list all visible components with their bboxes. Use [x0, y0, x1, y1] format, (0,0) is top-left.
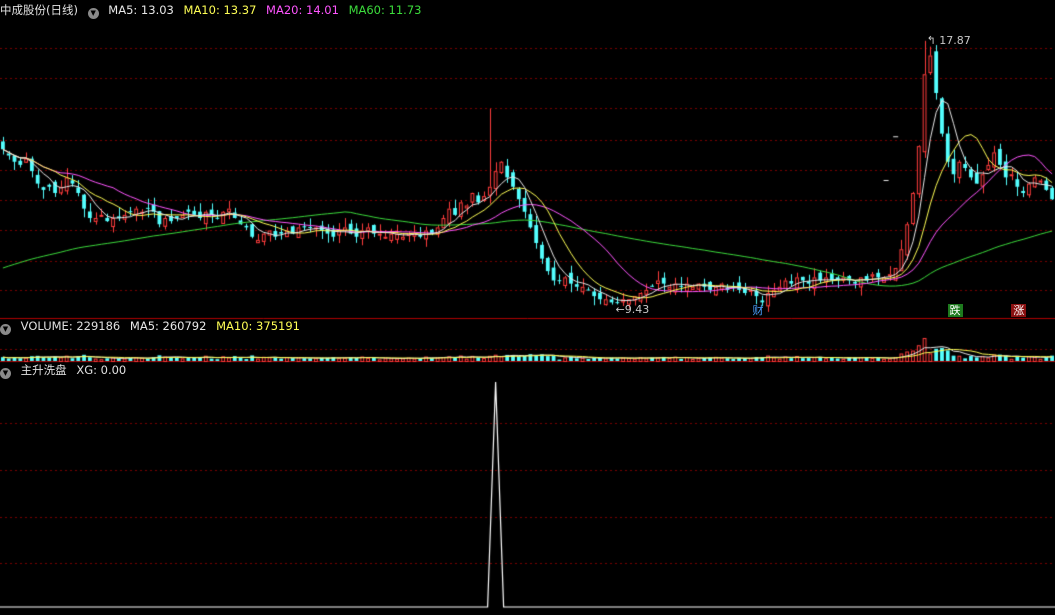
kline-chart-canvas[interactable] — [0, 0, 1055, 615]
price-panel-header: 中成股份(日线) ▼ MA5: 13.03 MA10: 13.37 MA20: … — [0, 2, 427, 19]
volume-toggle-icon[interactable]: ▼ — [0, 324, 11, 335]
volume-panel-header: ▼ VOLUME: 229186 MA5: 260792 MA10: 37519… — [0, 318, 306, 335]
ma10-label: MA10: 13.37 — [183, 3, 257, 17]
volume-ma5-label: MA5: 260792 — [129, 319, 207, 333]
low-arrow-icon: ← — [615, 302, 625, 316]
indicator-toggle-icon[interactable]: ▼ — [0, 368, 11, 379]
low-price-annotation: ←9.43 — [615, 302, 650, 316]
ma60-label: MA60: 11.73 — [348, 3, 422, 17]
high-price-annotation: ↰ 17.87 — [926, 33, 971, 47]
stock-name[interactable]: 中成股份(日线) — [0, 3, 78, 17]
event-tag-up[interactable]: 涨 — [1011, 304, 1027, 317]
indicator-panel-header: ▼ 主升洗盘 XG: 0.00 — [0, 362, 132, 379]
ma20-label: MA20: 14.01 — [266, 3, 339, 17]
xg-label: XG: 0.00 — [76, 363, 127, 377]
indicator-title[interactable]: 主升洗盘 — [21, 363, 67, 377]
high-arrow-icon: ↰ — [926, 33, 936, 47]
event-tag-down[interactable]: 跌 — [947, 304, 963, 317]
settings-toggle-icon[interactable]: ▼ — [87, 8, 99, 19]
event-tag-finance[interactable]: 财 — [750, 304, 765, 317]
volume-label: VOLUME: 229186 — [20, 319, 121, 333]
ma5-label: MA5: 13.03 — [108, 3, 174, 17]
volume-ma10-label: MA10: 375191 — [216, 319, 300, 333]
